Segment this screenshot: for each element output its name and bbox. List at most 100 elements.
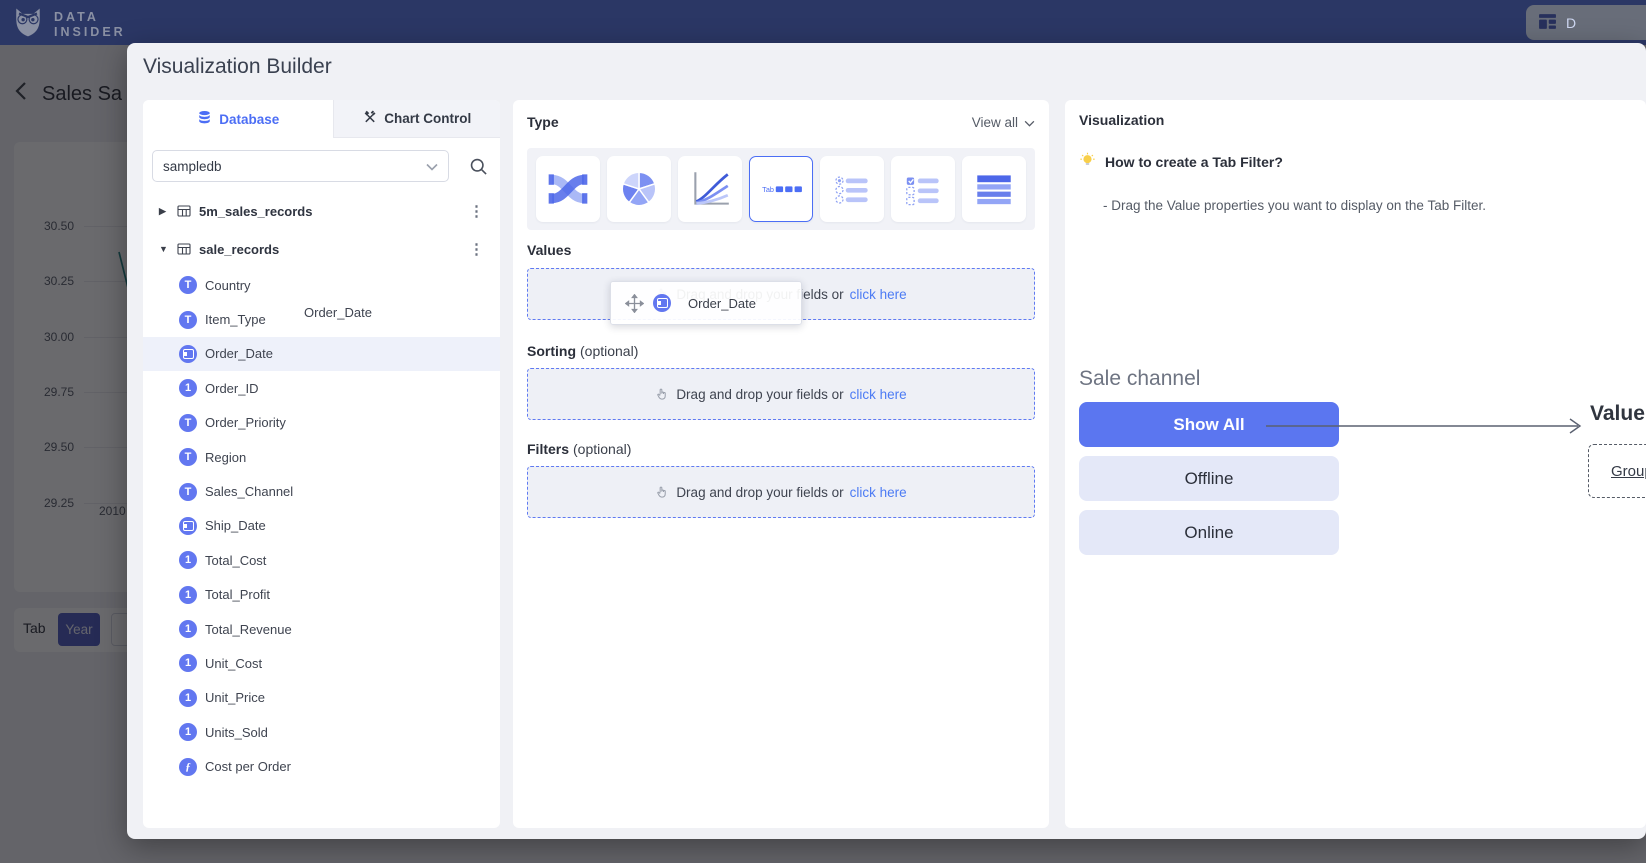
text-field-icon: T — [179, 311, 197, 329]
radio-filter-icon — [829, 166, 875, 212]
number-field-icon: 1 — [179, 723, 197, 741]
dropzone-click-here-link[interactable]: click here — [850, 287, 907, 302]
date-field-icon — [653, 294, 671, 312]
field-row-order_id[interactable]: 1Order_ID — [143, 371, 500, 405]
field-row-total_profit[interactable]: 1 Total_Profit — [143, 578, 500, 612]
field-row-unit_cost[interactable]: 1Unit_Cost — [143, 646, 500, 680]
chart-type-sankey-chart[interactable] — [536, 156, 600, 222]
section-label-filters: Filters(optional) — [527, 441, 631, 457]
field-name: Units_Sold — [205, 725, 268, 740]
table-row-5m_sales_records[interactable]: ▶ 5m_sales_records⋮ — [143, 192, 500, 230]
app-logo[interactable]: DATA INSIDER — [10, 4, 126, 45]
text-field-icon: T — [179, 483, 197, 501]
dashboard-button[interactable]: D — [1526, 5, 1646, 40]
tab-chart-control-label: Chart Control — [384, 111, 471, 126]
tab-chart-control[interactable]: Chart Control — [333, 100, 500, 138]
top-navbar: DATA INSIDER D — [0, 0, 1646, 45]
view-all-link[interactable]: View all — [972, 115, 1035, 130]
dropzone-filters[interactable]: Drag and drop your fields orclick here — [527, 466, 1035, 518]
tab-database-label: Database — [219, 112, 279, 127]
lightbulb-icon — [1079, 152, 1096, 172]
annotation-value-label: Value — [1590, 402, 1645, 426]
field-row-order_priority[interactable]: TOrder_Priority — [143, 406, 500, 440]
dashboard-button-label: D — [1566, 15, 1576, 31]
table-name: sale_records — [199, 242, 467, 257]
tab-database[interactable]: Database — [143, 100, 333, 138]
caret-down-icon[interactable]: ▼ — [159, 244, 177, 254]
field-name: Order_Priority — [205, 415, 286, 430]
preview-widget-title: Sale channel — [1079, 367, 1200, 391]
tab-filter-icon: Tab — [758, 166, 804, 212]
tab-option-offline[interactable]: Offline — [1079, 456, 1339, 501]
builder-panel: Type View all Tab Values Drag and drop yo… — [513, 100, 1049, 828]
tab-option-online[interactable]: Online — [1079, 510, 1339, 555]
number-field-icon: 1 — [179, 551, 197, 569]
dropzone-click-here-link[interactable]: click here — [850, 387, 907, 402]
field-name: Total_Cost — [205, 553, 266, 568]
date-field-icon — [179, 345, 197, 363]
tools-icon — [363, 110, 377, 127]
chart-type-data-table[interactable] — [962, 156, 1026, 222]
chevron-down-icon — [1024, 115, 1035, 130]
number-field-icon: 1 — [179, 586, 197, 604]
field-name: Unit_Price — [205, 690, 265, 705]
data-table-icon — [971, 166, 1017, 212]
field-name: Order_ID — [205, 381, 258, 396]
preview-panel: Visualization How to create a Tab Filter… — [1065, 100, 1646, 828]
table-name: 5m_sales_records — [199, 204, 467, 219]
field-name: Cost per Order — [205, 759, 291, 774]
field-row-total_revenue[interactable]: 1Total_Revenue — [143, 612, 500, 646]
chart-type-strip: Tab — [527, 148, 1035, 230]
field-row-total_cost[interactable]: 1 Total_Cost — [143, 543, 500, 577]
chart-type-pie-chart[interactable] — [607, 156, 671, 222]
field-row-region[interactable]: T Region — [143, 440, 500, 474]
dropzone-click-here-link[interactable]: click here — [850, 485, 907, 500]
checkbox-filter-icon — [900, 166, 946, 212]
text-field-icon: T — [179, 448, 197, 466]
function-field-icon: ƒ — [179, 758, 197, 776]
field-row-country[interactable]: TCountry — [143, 268, 500, 302]
optional-suffix: (optional) — [573, 441, 631, 457]
field-name: Sales_Channel — [205, 484, 293, 499]
section-label-values: Values — [527, 242, 571, 258]
table-row-sale_records[interactable]: ▼ sale_records⋮ — [143, 230, 500, 268]
dashboard-grid-icon — [1538, 12, 1557, 34]
drag-hand-icon — [655, 387, 670, 402]
kebab-menu-icon[interactable]: ⋮ — [467, 202, 486, 220]
drag-hand-icon — [655, 485, 670, 500]
owl-logo-icon — [10, 4, 46, 45]
database-select[interactable]: sampledb — [152, 150, 449, 182]
field-name: Item_Type — [205, 312, 266, 327]
field-name: Unit_Cost — [205, 656, 262, 671]
optional-suffix: (optional) — [580, 343, 638, 359]
kebab-menu-icon[interactable]: ⋮ — [467, 240, 486, 258]
field-row-unit_price[interactable]: 1Unit_Price — [143, 681, 500, 715]
text-field-icon: T — [179, 276, 197, 294]
search-icon[interactable] — [469, 157, 488, 181]
dropzone-values[interactable]: Drag and drop your fields orclick hereOr… — [527, 268, 1035, 320]
database-panel: Database Chart Control sampledb ▶ 5m_sale… — [143, 100, 500, 828]
svg-text:Tab: Tab — [762, 185, 774, 194]
schema-tree: ▶5m_sales_records⋮▼sale_records⋮TCountry… — [143, 192, 500, 784]
chart-type-tab-filter[interactable]: Tab — [749, 156, 813, 222]
dropzone-text: Drag and drop your fields or — [676, 387, 843, 402]
section-label-sorting: Sorting(optional) — [527, 343, 638, 359]
move-cursor-icon — [625, 294, 644, 313]
chart-type-radio-filter[interactable] — [820, 156, 884, 222]
field-row-cost-per-order[interactable]: ƒ Cost per Order — [143, 749, 500, 783]
field-name: Region — [205, 450, 246, 465]
field-name: Total_Profit — [205, 587, 270, 602]
field-row-ship_date[interactable]: Ship_Date — [143, 509, 500, 543]
field-row-sales_channel[interactable]: T Sales_Channel — [143, 474, 500, 508]
chart-type-checkbox-filter[interactable] — [891, 156, 955, 222]
chart-type-line-chart[interactable] — [678, 156, 742, 222]
dropzone-sorting[interactable]: Drag and drop your fields or click here — [527, 368, 1035, 420]
caret-right-icon[interactable]: ▶ — [159, 206, 177, 217]
drag-ghost-chip[interactable]: Order_Date — [610, 281, 802, 325]
annotation-group-link[interactable]: Group — [1611, 463, 1646, 480]
visualization-label: Visualization — [1079, 112, 1164, 128]
field-row-order_date[interactable]: Order_Date — [143, 337, 500, 371]
type-section-label: Type — [527, 114, 559, 130]
field-row-units_sold[interactable]: 1 Units_Sold — [143, 715, 500, 749]
drag-source-label: Order_Date — [304, 305, 372, 320]
